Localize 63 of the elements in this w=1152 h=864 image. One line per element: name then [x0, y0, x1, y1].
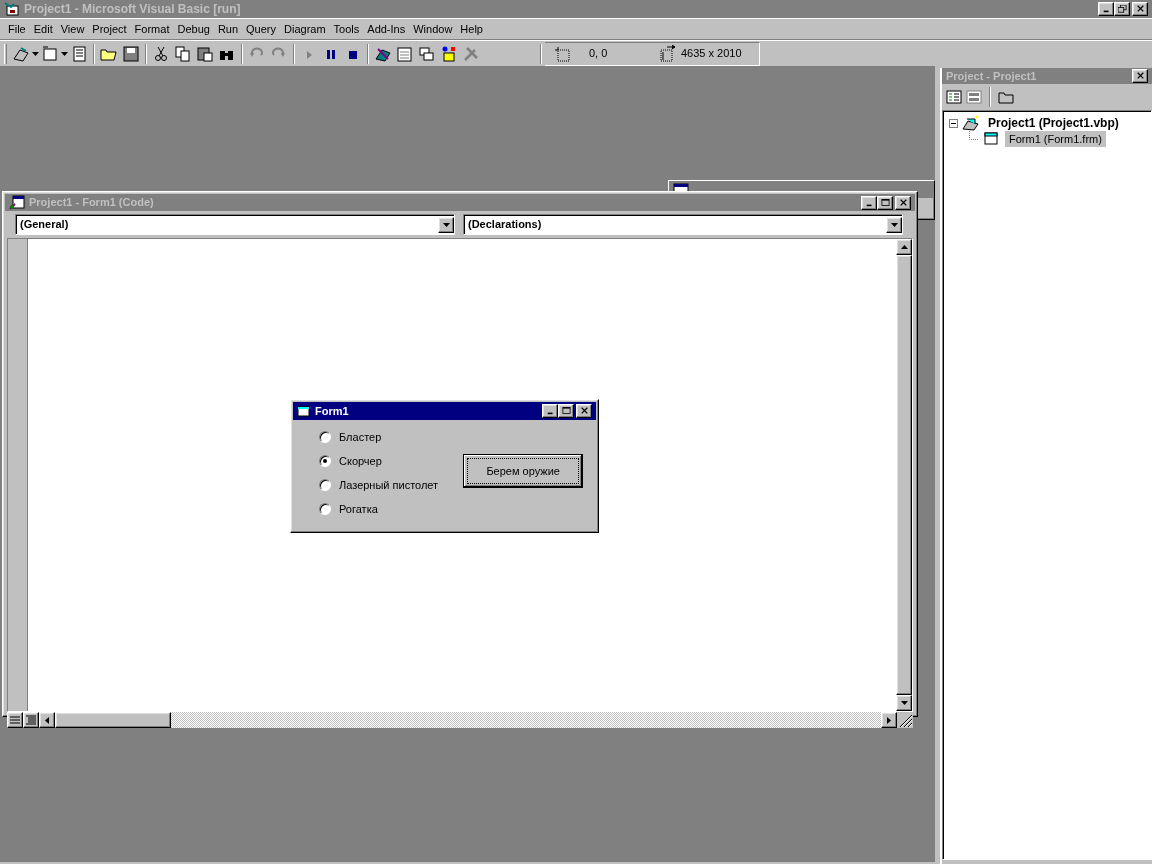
- menu-item[interactable]: Format: [130, 19, 174, 39]
- save-icon[interactable]: [122, 44, 140, 63]
- cut-icon[interactable]: [152, 44, 170, 63]
- size-readout: 4635 x 2010: [681, 46, 742, 62]
- menu-item[interactable]: Edit: [29, 19, 57, 39]
- code-window-title: Project1 - Form1 (Code): [29, 195, 155, 211]
- position-readout: 0, 0: [589, 46, 609, 62]
- scroll-left-icon[interactable]: [45, 716, 49, 724]
- tree-item[interactable]: Project1 (Project1.vbp): [984, 114, 1123, 132]
- tree-item[interactable]: Form1 (Form1.frm): [1005, 130, 1106, 148]
- menu-item[interactable]: Window: [409, 19, 457, 39]
- menu-item[interactable]: File: [4, 19, 30, 39]
- horizontal-scrollbar[interactable]: [39, 712, 897, 728]
- project-icon: [962, 115, 980, 131]
- form-layout-icon[interactable]: [418, 44, 436, 63]
- menu-item[interactable]: Debug: [173, 19, 214, 39]
- menu-item[interactable]: View: [56, 19, 89, 39]
- option-label: Рогатка: [339, 501, 378, 517]
- menu-item[interactable]: Help: [456, 19, 487, 39]
- panel-title: Project - Project1: [946, 68, 1038, 84]
- view-object-icon[interactable]: [966, 90, 982, 104]
- scroll-down-icon[interactable]: [900, 701, 908, 705]
- menu-item[interactable]: Add-Ins: [363, 19, 410, 39]
- menu-item[interactable]: Run: [213, 19, 243, 39]
- copy-icon[interactable]: [174, 44, 192, 63]
- radio-button[interactable]: [319, 431, 331, 443]
- option-label: Скорчер: [339, 453, 382, 469]
- properties-icon[interactable]: [396, 44, 414, 63]
- menu-item[interactable]: Project: [88, 19, 131, 39]
- scroll-up-icon[interactable]: [900, 245, 908, 249]
- form-icon: [983, 131, 1001, 147]
- dropdown-arrow-icon[interactable]: [442, 222, 450, 227]
- dropdown-arrow-icon[interactable]: [32, 51, 39, 56]
- scroll-right-icon[interactable]: [887, 716, 891, 724]
- view-code-icon[interactable]: [946, 90, 962, 104]
- object-dropdown[interactable]: (General): [15, 214, 455, 235]
- procedure-dropdown[interactable]: (Declarations): [463, 214, 903, 235]
- paste-icon[interactable]: [196, 44, 214, 63]
- dropdown-arrow-icon[interactable]: [61, 51, 68, 56]
- editor-icon[interactable]: [70, 44, 88, 63]
- size-icon: [659, 44, 677, 63]
- option-label: Лазерный пистолет: [339, 477, 439, 493]
- folder-icon[interactable]: [998, 90, 1014, 104]
- dropdown-arrow-icon[interactable]: [890, 222, 898, 227]
- menu-item[interactable]: Tools: [329, 19, 364, 39]
- position-icon: [553, 44, 571, 63]
- option-label: Бластер: [339, 429, 382, 445]
- radio-button[interactable]: [319, 479, 331, 491]
- collapse-icon[interactable]: [949, 118, 958, 128]
- radio-button[interactable]: [319, 455, 331, 467]
- form-title: Form1: [315, 403, 350, 419]
- code-window-icon: [9, 195, 25, 210]
- menu-item[interactable]: Diagram: [280, 19, 330, 39]
- vertical-scrollbar[interactable]: [896, 239, 912, 711]
- menu-item[interactable]: Query: [242, 19, 281, 39]
- radio-button[interactable]: [319, 503, 331, 515]
- add-form-icon[interactable]: [41, 44, 59, 63]
- app-icon: [4, 1, 20, 17]
- take-weapon-button[interactable]: Берем оружие: [463, 454, 584, 488]
- form-icon: [297, 405, 311, 417]
- tree-connector-line: [969, 131, 979, 140]
- window-title: Project1 - Microsoft Visual Basic [run]: [24, 1, 242, 18]
- procedure-view-icon[interactable]: [10, 716, 20, 724]
